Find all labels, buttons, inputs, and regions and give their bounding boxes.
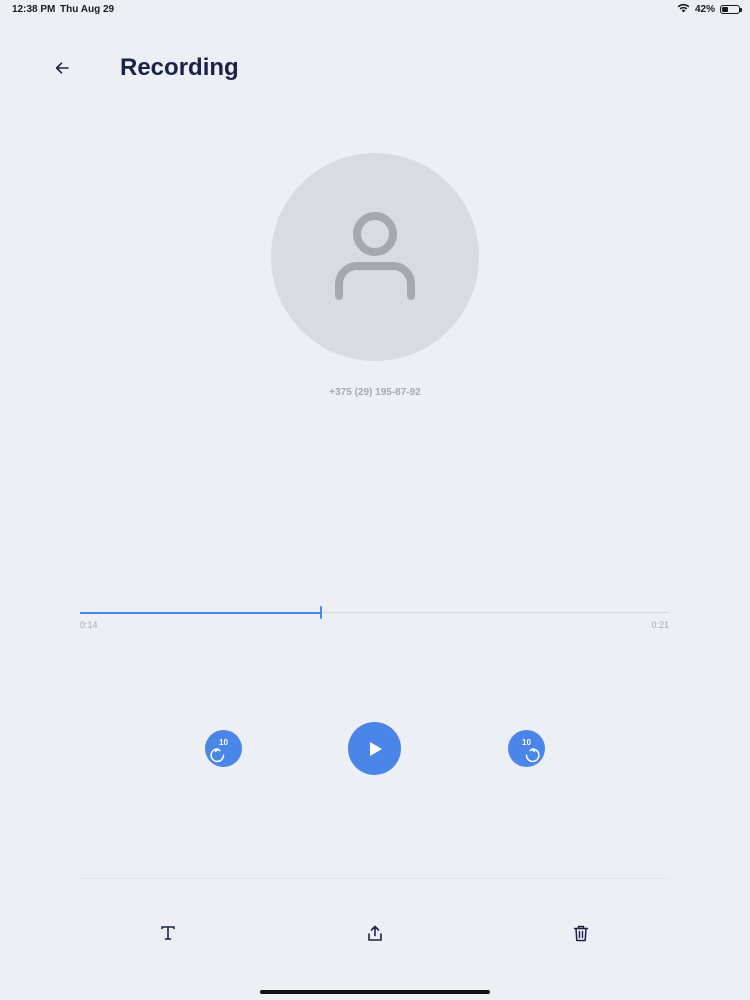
avatar [271, 153, 479, 361]
status-indicators: 42% [677, 3, 742, 16]
text-icon [161, 926, 175, 940]
current-time: 0:14 [80, 620, 98, 630]
page-title: Recording [120, 54, 239, 81]
arrow-left-icon [55, 62, 69, 74]
phone-number: +375 (29) 195-87-92 [329, 387, 421, 398]
playback-progress-bar[interactable] [80, 606, 669, 619]
play-button[interactable] [348, 722, 401, 775]
share-button[interactable] [362, 920, 388, 946]
share-icon [368, 925, 382, 941]
status-date: Thu Aug 29 [60, 4, 115, 15]
skip-forward-10-button[interactable]: 10 [508, 730, 545, 767]
back-button[interactable] [50, 56, 74, 80]
battery-icon [720, 5, 742, 14]
delete-button[interactable] [568, 920, 594, 946]
home-indicator[interactable] [260, 990, 490, 994]
recording-screen: 12:38 PM Thu Aug 29 42% Recording +375 (… [0, 0, 750, 1000]
transcribe-button[interactable] [155, 920, 181, 946]
play-icon [369, 741, 382, 756]
status-time: 12:38 PM [12, 4, 56, 15]
skip-back-10-button[interactable]: 10 [205, 730, 242, 767]
battery-percent: 42% [694, 4, 715, 15]
total-time: 0:21 [651, 620, 669, 630]
person-icon [335, 212, 415, 300]
fast-forward-icon [525, 748, 540, 763]
wifi-icon [677, 3, 690, 16]
toolbar-divider [80, 878, 669, 879]
rewind-icon [210, 748, 225, 763]
progress-handle[interactable] [320, 606, 323, 619]
battery-level [722, 7, 728, 12]
progress-fill [80, 611, 322, 614]
trash-icon [573, 925, 589, 941]
